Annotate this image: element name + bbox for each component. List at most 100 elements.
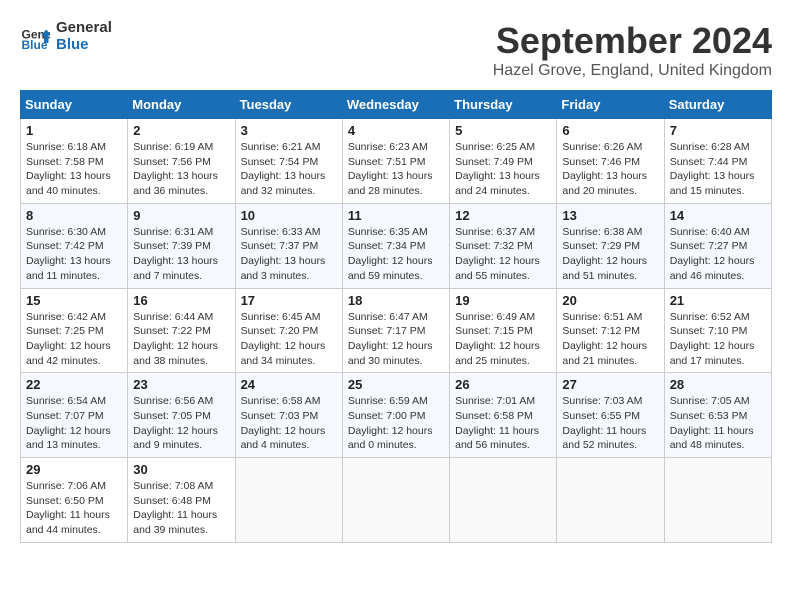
- day-info: Sunrise: 6:47 AMSunset: 7:17 PMDaylight:…: [348, 310, 444, 369]
- day-info: Sunrise: 6:38 AMSunset: 7:29 PMDaylight:…: [562, 225, 658, 284]
- day-number: 2: [133, 123, 229, 138]
- table-row: 30 Sunrise: 7:08 AMSunset: 6:48 PMDayligh…: [128, 458, 235, 543]
- day-info: Sunrise: 7:06 AMSunset: 6:50 PMDaylight:…: [26, 479, 122, 538]
- day-info: Sunrise: 6:19 AMSunset: 7:56 PMDaylight:…: [133, 140, 229, 199]
- day-info: Sunrise: 6:30 AMSunset: 7:42 PMDaylight:…: [26, 225, 122, 284]
- table-row: [557, 458, 664, 543]
- table-row: 10 Sunrise: 6:33 AMSunset: 7:37 PMDayligh…: [235, 203, 342, 288]
- day-number: 28: [670, 377, 766, 392]
- day-info: Sunrise: 7:03 AMSunset: 6:55 PMDaylight:…: [562, 394, 658, 453]
- day-number: 21: [670, 293, 766, 308]
- table-row: [664, 458, 771, 543]
- day-info: Sunrise: 6:40 AMSunset: 7:27 PMDaylight:…: [670, 225, 766, 284]
- table-row: 27 Sunrise: 7:03 AMSunset: 6:55 PMDayligh…: [557, 373, 664, 458]
- table-row: 19 Sunrise: 6:49 AMSunset: 7:15 PMDayligh…: [450, 288, 557, 373]
- day-info: Sunrise: 6:54 AMSunset: 7:07 PMDaylight:…: [26, 394, 122, 453]
- day-info: Sunrise: 6:42 AMSunset: 7:25 PMDaylight:…: [26, 310, 122, 369]
- day-number: 20: [562, 293, 658, 308]
- col-monday: Monday: [128, 91, 235, 119]
- day-number: 17: [241, 293, 337, 308]
- table-row: 29Sunrise: 7:06 AMSunset: 6:50 PMDayligh…: [21, 458, 128, 543]
- day-number: 25: [348, 377, 444, 392]
- day-info: Sunrise: 6:28 AMSunset: 7:44 PMDaylight:…: [670, 140, 766, 199]
- table-row: 13Sunrise: 6:38 AMSunset: 7:29 PMDayligh…: [557, 203, 664, 288]
- table-row: 2 Sunrise: 6:19 AMSunset: 7:56 PMDaylight…: [128, 119, 235, 204]
- day-number: 26: [455, 377, 551, 392]
- day-info: Sunrise: 6:18 AMSunset: 7:58 PMDaylight:…: [26, 140, 122, 199]
- col-thursday: Thursday: [450, 91, 557, 119]
- month-title: September 2024: [493, 20, 772, 62]
- day-info: Sunrise: 6:59 AMSunset: 7:00 PMDaylight:…: [348, 394, 444, 453]
- day-number: 30: [133, 462, 229, 477]
- table-row: 25 Sunrise: 6:59 AMSunset: 7:00 PMDayligh…: [342, 373, 449, 458]
- col-friday: Friday: [557, 91, 664, 119]
- day-number: 9: [133, 208, 229, 223]
- day-info: Sunrise: 6:44 AMSunset: 7:22 PMDaylight:…: [133, 310, 229, 369]
- table-row: 20 Sunrise: 6:51 AMSunset: 7:12 PMDayligh…: [557, 288, 664, 373]
- table-row: [342, 458, 449, 543]
- day-info: Sunrise: 6:56 AMSunset: 7:05 PMDaylight:…: [133, 394, 229, 453]
- day-number: 27: [562, 377, 658, 392]
- table-row: 22 Sunrise: 6:54 AMSunset: 7:07 PMDayligh…: [21, 373, 128, 458]
- table-row: 26 Sunrise: 7:01 AMSunset: 6:58 PMDayligh…: [450, 373, 557, 458]
- table-row: 14 Sunrise: 6:40 AMSunset: 7:27 PMDayligh…: [664, 203, 771, 288]
- table-row: 21 Sunrise: 6:52 AMSunset: 7:10 PMDayligh…: [664, 288, 771, 373]
- table-row: 5 Sunrise: 6:25 AMSunset: 7:49 PMDaylight…: [450, 119, 557, 204]
- day-info: Sunrise: 6:23 AMSunset: 7:51 PMDaylight:…: [348, 140, 444, 199]
- day-info: Sunrise: 7:01 AMSunset: 6:58 PMDaylight:…: [455, 394, 551, 453]
- table-row: 28 Sunrise: 7:05 AMSunset: 6:53 PMDayligh…: [664, 373, 771, 458]
- day-number: 4: [348, 123, 444, 138]
- day-info: Sunrise: 6:37 AMSunset: 7:32 PMDaylight:…: [455, 225, 551, 284]
- day-number: 22: [26, 377, 122, 392]
- table-row: 3Sunrise: 6:21 AMSunset: 7:54 PMDaylight…: [235, 119, 342, 204]
- day-number: 3: [241, 123, 337, 138]
- day-info: Sunrise: 6:58 AMSunset: 7:03 PMDaylight:…: [241, 394, 337, 453]
- day-number: 1: [26, 123, 122, 138]
- day-info: Sunrise: 7:05 AMSunset: 6:53 PMDaylight:…: [670, 394, 766, 453]
- day-info: Sunrise: 6:35 AMSunset: 7:34 PMDaylight:…: [348, 225, 444, 284]
- calendar-header-row: Sunday Monday Tuesday Wednesday Thursday…: [21, 91, 772, 119]
- table-row: 12 Sunrise: 6:37 AMSunset: 7:32 PMDayligh…: [450, 203, 557, 288]
- col-wednesday: Wednesday: [342, 91, 449, 119]
- table-row: 1 Sunrise: 6:18 AMSunset: 7:58 PMDaylight…: [21, 119, 128, 204]
- table-row: 15 Sunrise: 6:42 AMSunset: 7:25 PMDayligh…: [21, 288, 128, 373]
- day-number: 18: [348, 293, 444, 308]
- day-info: Sunrise: 6:45 AMSunset: 7:20 PMDaylight:…: [241, 310, 337, 369]
- day-number: 15: [26, 293, 122, 308]
- day-info: Sunrise: 6:25 AMSunset: 7:49 PMDaylight:…: [455, 140, 551, 199]
- day-number: 5: [455, 123, 551, 138]
- day-info: Sunrise: 6:49 AMSunset: 7:15 PMDaylight:…: [455, 310, 551, 369]
- logo-blue: Blue: [56, 37, 112, 54]
- day-number: 11: [348, 208, 444, 223]
- logo: General Blue General Blue: [20, 20, 112, 53]
- day-info: Sunrise: 6:52 AMSunset: 7:10 PMDaylight:…: [670, 310, 766, 369]
- day-info: Sunrise: 6:51 AMSunset: 7:12 PMDaylight:…: [562, 310, 658, 369]
- day-number: 8: [26, 208, 122, 223]
- day-info: Sunrise: 7:08 AMSunset: 6:48 PMDaylight:…: [133, 479, 229, 538]
- col-tuesday: Tuesday: [235, 91, 342, 119]
- table-row: 4 Sunrise: 6:23 AMSunset: 7:51 PMDaylight…: [342, 119, 449, 204]
- day-number: 12: [455, 208, 551, 223]
- location: Hazel Grove, England, United Kingdom: [493, 62, 772, 80]
- table-row: 11 Sunrise: 6:35 AMSunset: 7:34 PMDayligh…: [342, 203, 449, 288]
- table-row: 7 Sunrise: 6:28 AMSunset: 7:44 PMDaylight…: [664, 119, 771, 204]
- table-row: [450, 458, 557, 543]
- day-number: 7: [670, 123, 766, 138]
- day-number: 19: [455, 293, 551, 308]
- logo-general: General: [56, 20, 112, 37]
- day-number: 10: [241, 208, 337, 223]
- day-number: 6: [562, 123, 658, 138]
- table-row: 23Sunrise: 6:56 AMSunset: 7:05 PMDayligh…: [128, 373, 235, 458]
- table-row: 9 Sunrise: 6:31 AMSunset: 7:39 PMDaylight…: [128, 203, 235, 288]
- day-number: 24: [241, 377, 337, 392]
- table-row: 8 Sunrise: 6:30 AMSunset: 7:42 PMDaylight…: [21, 203, 128, 288]
- day-number: 14: [670, 208, 766, 223]
- table-row: 16Sunrise: 6:44 AMSunset: 7:22 PMDayligh…: [128, 288, 235, 373]
- svg-text:Blue: Blue: [22, 38, 48, 52]
- title-block: September 2024 Hazel Grove, England, Uni…: [493, 20, 772, 80]
- day-info: Sunrise: 6:31 AMSunset: 7:39 PMDaylight:…: [133, 225, 229, 284]
- day-info: Sunrise: 6:33 AMSunset: 7:37 PMDaylight:…: [241, 225, 337, 284]
- header: General Blue General Blue September 2024…: [20, 20, 772, 80]
- col-saturday: Saturday: [664, 91, 771, 119]
- calendar-table: Sunday Monday Tuesday Wednesday Thursday…: [20, 90, 772, 543]
